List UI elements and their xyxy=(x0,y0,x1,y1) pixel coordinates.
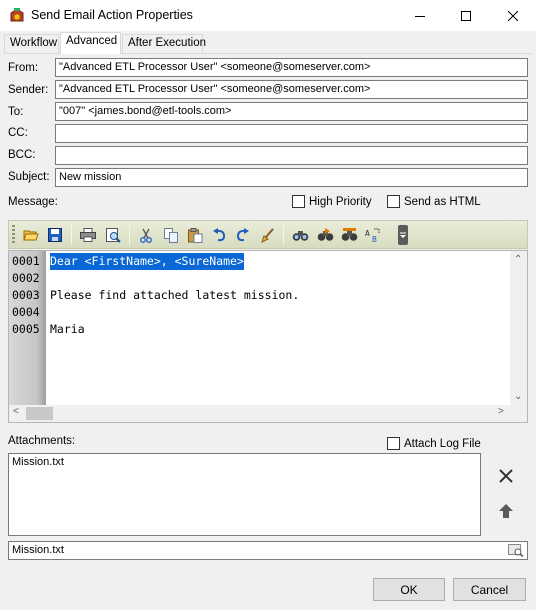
line-number: 0003 xyxy=(12,288,40,302)
redo-icon[interactable] xyxy=(234,226,252,244)
open-icon[interactable] xyxy=(22,226,40,244)
attach-log-label: Attach Log File xyxy=(404,437,481,450)
attachment-path-value: Mission.txt xyxy=(12,544,64,556)
line-number: 0004 xyxy=(12,305,40,319)
line-number: 0002 xyxy=(12,271,40,285)
message-label: Message: xyxy=(8,196,58,208)
browse-icon[interactable] xyxy=(508,544,524,560)
attachments-label: Attachments: xyxy=(8,435,76,447)
line-number: 0001 xyxy=(12,254,40,268)
high-priority-checkbox[interactable]: High Priority xyxy=(292,195,372,208)
subject-label: Subject: xyxy=(8,171,50,183)
close-icon xyxy=(508,10,518,21)
scroll-right-icon[interactable]: > xyxy=(498,406,504,417)
editor-toolbar: AB xyxy=(8,220,528,249)
toolbar-separator xyxy=(71,225,72,245)
app-icon xyxy=(8,7,26,25)
maximize-button[interactable] xyxy=(443,0,489,31)
close-button[interactable] xyxy=(490,0,536,31)
from-field[interactable]: "Advanced ETL Processor User" <someone@s… xyxy=(55,58,528,77)
tab-workflow[interactable]: Workflow xyxy=(4,34,59,53)
from-label: From: xyxy=(8,62,39,74)
maximize-icon xyxy=(461,10,471,21)
toolbar-separator xyxy=(283,225,284,245)
cancel-button[interactable]: Cancel xyxy=(453,578,526,601)
horizontal-scrollbar[interactable]: < > xyxy=(9,405,527,422)
bcc-label: BCC: xyxy=(8,149,36,161)
attach-log-box[interactable] xyxy=(387,437,400,450)
replace-icon[interactable] xyxy=(340,226,358,244)
message-editor[interactable]: 0001 Dear <FirstName>, <SureName> 0002 0… xyxy=(8,250,528,423)
title-bar: Send Email Action Properties xyxy=(0,0,536,31)
toolbar-separator xyxy=(129,225,130,245)
sender-label: Sender: xyxy=(8,84,49,96)
remove-icon xyxy=(499,469,513,483)
vertical-scrollbar[interactable]: ⌃ ⌄ xyxy=(510,251,527,407)
undo-icon[interactable] xyxy=(210,226,228,244)
send-as-html-label: Send as HTML xyxy=(404,195,481,208)
minimize-icon xyxy=(415,15,425,17)
print-icon[interactable] xyxy=(79,226,97,244)
attachment-path-field[interactable]: Mission.txt xyxy=(8,541,528,560)
horizontal-scroll-thumb[interactable] xyxy=(26,407,53,420)
subject-field[interactable]: New mission xyxy=(55,168,528,187)
to-field[interactable]: "007" <james.bond@etl-tools.com> xyxy=(55,102,528,121)
find-next-icon[interactable] xyxy=(316,226,334,244)
move-up-button[interactable] xyxy=(495,500,517,522)
toolbar-grip[interactable] xyxy=(12,225,15,245)
code-line[interactable]: Please find attached latest mission. xyxy=(50,287,299,304)
scroll-left-icon[interactable]: < xyxy=(13,406,19,417)
svg-text:A: A xyxy=(365,229,370,238)
sender-field[interactable]: "Advanced ETL Processor User" <someone@s… xyxy=(55,80,528,99)
dialog-footer: OK Cancel xyxy=(0,567,536,610)
minimize-button[interactable] xyxy=(397,0,443,31)
cut-icon[interactable] xyxy=(137,226,155,244)
code-line[interactable]: Dear <FirstName>, <SureName> xyxy=(50,253,244,270)
goto-icon[interactable]: AB xyxy=(364,226,382,244)
cc-label: CC: xyxy=(8,127,28,139)
remove-attachment-button[interactable] xyxy=(495,465,517,487)
paste-icon[interactable] xyxy=(186,226,204,244)
scroll-up-icon[interactable]: ⌃ xyxy=(514,254,522,265)
send-as-html-box[interactable] xyxy=(387,195,400,208)
ok-button[interactable]: OK xyxy=(373,578,445,601)
high-priority-label: High Priority xyxy=(309,195,372,208)
find-icon[interactable] xyxy=(291,226,309,244)
high-priority-box[interactable] xyxy=(292,195,305,208)
cc-field[interactable] xyxy=(55,124,528,143)
save-icon[interactable] xyxy=(46,226,64,244)
tab-advanced[interactable]: Advanced xyxy=(60,32,121,54)
bcc-field[interactable] xyxy=(55,146,528,165)
copy-icon[interactable] xyxy=(162,226,180,244)
attach-log-checkbox[interactable]: Attach Log File xyxy=(387,437,481,450)
code-line[interactable]: Maria xyxy=(50,321,85,338)
print-preview-icon[interactable] xyxy=(104,226,122,244)
to-label: To: xyxy=(8,106,24,118)
window-title: Send Email Action Properties xyxy=(31,8,193,22)
line-number: 0005 xyxy=(12,322,40,336)
scroll-down-icon[interactable]: ⌄ xyxy=(514,391,522,402)
send-as-html-checkbox[interactable]: Send as HTML xyxy=(387,195,481,208)
list-item[interactable]: Mission.txt xyxy=(12,456,477,468)
attachments-list[interactable]: Mission.txt xyxy=(8,453,481,536)
clear-icon[interactable] xyxy=(258,226,276,244)
arrow-up-icon xyxy=(499,504,513,518)
svg-text:B: B xyxy=(372,235,377,243)
more-icon[interactable] xyxy=(398,225,408,245)
tab-after-execution[interactable]: After Execution xyxy=(122,34,206,53)
